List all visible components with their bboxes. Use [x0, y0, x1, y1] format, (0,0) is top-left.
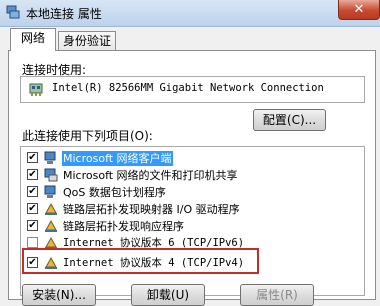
- item-label: 链路层拓扑发现响应程序: [63, 220, 184, 233]
- install-button[interactable]: 安装(N)...: [22, 284, 96, 306]
- list-item[interactable]: ✔ QoS 数据包计划程序: [21, 184, 364, 201]
- properties-button[interactable]: 属性(R): [240, 284, 314, 306]
- protocol-icon: [45, 219, 57, 232]
- item-label: 链路层拓扑发现映射器 I/O 驱动程序: [63, 203, 240, 216]
- close-button[interactable]: ✕: [338, 0, 380, 20]
- adapter-field: Intel(R) 82566MM Gigabit Network Connect…: [20, 76, 365, 103]
- item-checkbox[interactable]: [27, 237, 38, 248]
- item-checkbox[interactable]: ✔: [27, 186, 38, 197]
- items-label: 此连接使用下列项目(O):: [22, 129, 153, 143]
- item-checkbox[interactable]: ✔: [27, 203, 38, 214]
- item-label: Microsoft 网络的文件和打印机共享: [63, 169, 238, 182]
- configure-button[interactable]: 配置(C)...: [253, 109, 326, 131]
- close-icon: ✕: [353, 2, 365, 17]
- adapter-name: Intel(R) 82566MM Gigabit Network Connect…: [52, 82, 324, 94]
- item-label: Microsoft 网络客户端: [62, 151, 173, 166]
- network-client-icon: [44, 151, 56, 164]
- tab-network[interactable]: 网络: [10, 28, 56, 51]
- list-item[interactable]: ✔ Microsoft 网络的文件和打印机共享: [21, 167, 364, 184]
- item-label: QoS 数据包计划程序: [63, 186, 166, 199]
- item-checkbox[interactable]: ✔: [27, 152, 38, 163]
- list-item[interactable]: ✔ 链路层拓扑发现映射器 I/O 驱动程序: [21, 201, 364, 218]
- tab-authentication[interactable]: 身份验证: [58, 31, 116, 51]
- network-connection-icon: [6, 5, 20, 19]
- list-item[interactable]: ✔ 链路层拓扑发现响应程序: [21, 218, 364, 235]
- item-checkbox[interactable]: ✔: [27, 169, 38, 180]
- network-adapter-icon: [29, 83, 43, 96]
- window-title: 本地连接 属性: [26, 7, 102, 21]
- list-item[interactable]: ✔ Microsoft 网络客户端: [21, 150, 364, 167]
- qos-icon: [44, 185, 56, 198]
- title-bar: 本地连接 属性 ✕: [0, 0, 380, 27]
- highlight-frame: [22, 248, 259, 274]
- uninstall-button[interactable]: 卸载(U): [131, 284, 205, 306]
- printer-share-icon: [44, 168, 58, 182]
- protocol-icon: [45, 202, 57, 215]
- item-checkbox[interactable]: ✔: [27, 220, 38, 231]
